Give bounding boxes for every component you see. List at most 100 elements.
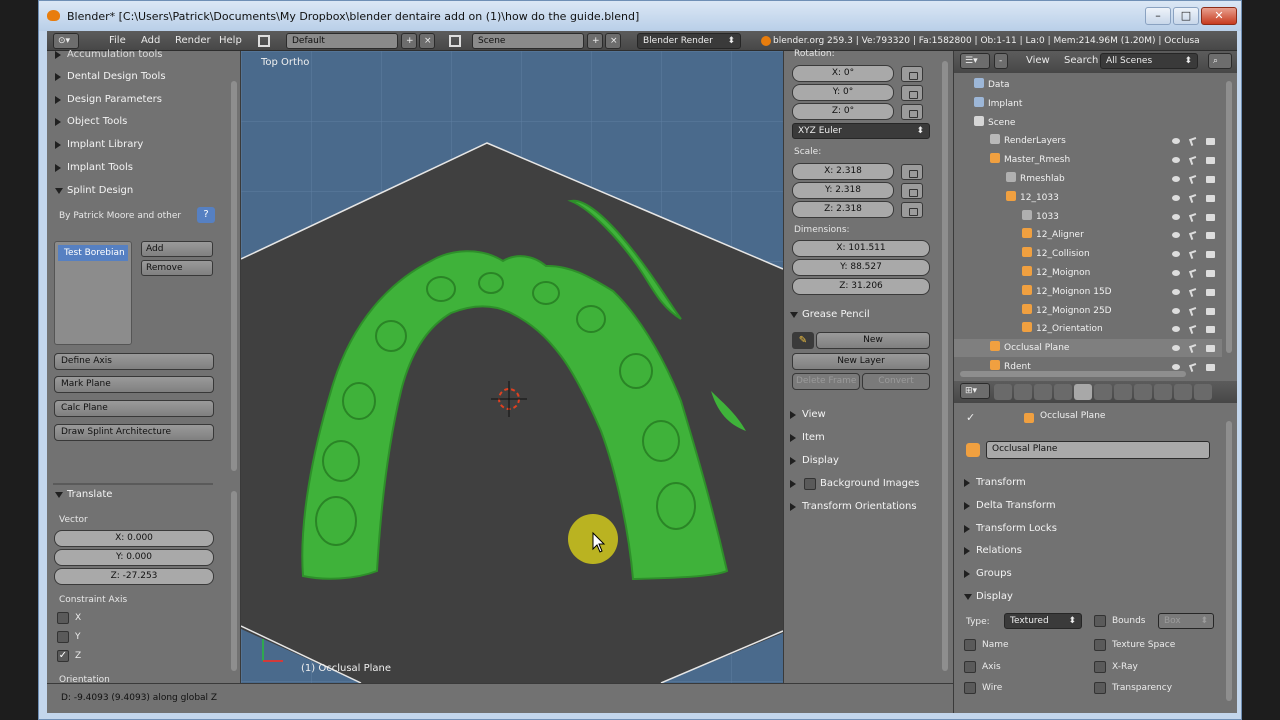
- outliner-scrollbar[interactable]: [1226, 81, 1232, 353]
- scale-z-field[interactable]: Z: 2.318: [792, 201, 894, 218]
- selectable-cursor-icon[interactable]: [1189, 269, 1198, 278]
- outliner-filter-dropdown[interactable]: All Scenes ⬍: [1100, 53, 1198, 69]
- selectable-cursor-icon[interactable]: [1189, 250, 1198, 260]
- outliner-editor-type-button[interactable]: ☰▾: [960, 53, 990, 69]
- outliner-item[interactable]: 12_Moignon 15D: [954, 283, 1222, 301]
- draw-splint-architecture-button[interactable]: Draw Splint Architecture: [54, 424, 214, 441]
- outliner-item[interactable]: 12_Moignon: [954, 264, 1222, 282]
- visibility-eye-icon[interactable]: [1172, 232, 1180, 239]
- wire-checkbox[interactable]: [964, 682, 976, 694]
- outliner-item[interactable]: Scene: [954, 114, 1222, 132]
- render-camera-icon[interactable]: [1206, 251, 1215, 259]
- outliner-item[interactable]: 12_Collision: [954, 245, 1222, 263]
- rotation-y-lock-button[interactable]: [901, 85, 923, 101]
- render-camera-icon[interactable]: [1206, 157, 1215, 165]
- panel-object-tools[interactable]: Object Tools: [53, 112, 127, 132]
- maximize-button[interactable]: □: [1173, 7, 1199, 25]
- visibility-eye-icon[interactable]: [1172, 326, 1180, 333]
- selectable-cursor-icon[interactable]: [1189, 193, 1198, 203]
- remove-scene-button[interactable]: ×: [605, 33, 621, 49]
- visibility-eye-icon[interactable]: [1172, 157, 1180, 164]
- texture-space-checkbox[interactable]: [1094, 639, 1106, 651]
- render-camera-icon[interactable]: [1206, 213, 1215, 221]
- panel-implant-library[interactable]: Implant Library: [53, 135, 143, 155]
- panel-dental-design-tools[interactable]: Dental Design Tools: [53, 67, 166, 87]
- properties-scrollbar[interactable]: [1226, 421, 1232, 701]
- selectable-cursor-icon[interactable]: [1189, 344, 1198, 354]
- visibility-eye-icon[interactable]: [1172, 251, 1180, 258]
- remove-layout-button[interactable]: ×: [419, 33, 435, 49]
- operator-scrollbar[interactable]: [231, 491, 237, 671]
- outliner-item[interactable]: 12_Moignon 25D: [954, 302, 1222, 320]
- visibility-eye-icon[interactable]: [1172, 288, 1180, 295]
- object-tab-icon[interactable]: [1074, 384, 1092, 400]
- properties-editor-type-button[interactable]: ⊞▾: [960, 383, 990, 399]
- world-tab-icon[interactable]: [1054, 384, 1072, 400]
- add-button[interactable]: Add: [141, 241, 213, 257]
- bounds-type-dropdown[interactable]: Box ⬍: [1158, 613, 1214, 629]
- panel-implant-tools[interactable]: Implant Tools: [53, 158, 133, 178]
- render-camera-icon[interactable]: [1206, 307, 1215, 315]
- panel-design-parameters[interactable]: Design Parameters: [53, 90, 162, 110]
- list-item[interactable]: Test Borebian: [58, 245, 128, 261]
- transparency-checkbox[interactable]: [1094, 682, 1106, 694]
- rotation-x-field[interactable]: X: 0°: [792, 65, 894, 82]
- 3d-viewport[interactable]: Top Ortho (1) Occlusal Plane: [241, 51, 783, 683]
- grease-pencil-panel[interactable]: Grease Pencil: [788, 305, 870, 325]
- visibility-eye-icon[interactable]: [1172, 176, 1180, 182]
- render-camera-icon[interactable]: [1206, 138, 1215, 146]
- selectable-cursor-icon[interactable]: [1189, 306, 1198, 316]
- menu-render[interactable]: Render: [175, 34, 211, 48]
- groups-panel[interactable]: Groups: [962, 564, 1012, 584]
- outliner-item[interactable]: Rmeshlab: [954, 170, 1222, 188]
- transform-panel[interactable]: Transform: [962, 473, 1026, 493]
- transform-locks-panel[interactable]: Transform Locks: [962, 519, 1057, 539]
- dimension-z-field[interactable]: Z: 31.206: [792, 278, 930, 295]
- outliner-item[interactable]: 12_Aligner: [954, 226, 1222, 244]
- name-checkbox[interactable]: [964, 639, 976, 651]
- minimize-button[interactable]: –: [1145, 7, 1171, 25]
- constraint-z-checkbox[interactable]: ✓: [57, 650, 69, 662]
- outliner-item[interactable]: 12_1033: [954, 189, 1222, 207]
- transform-orientations-panel[interactable]: Transform Orientations: [788, 497, 917, 517]
- data-tab-icon[interactable]: [1134, 384, 1152, 400]
- pin-icon[interactable]: ✓: [966, 411, 975, 424]
- scale-y-lock-button[interactable]: [901, 183, 923, 199]
- selectable-cursor-icon[interactable]: [1189, 175, 1198, 184]
- render-camera-icon[interactable]: [1206, 194, 1215, 202]
- selectable-cursor-icon[interactable]: [1189, 137, 1198, 147]
- selectable-cursor-icon[interactable]: [1189, 231, 1198, 241]
- render-camera-icon[interactable]: [1206, 270, 1215, 277]
- dimension-x-field[interactable]: X: 101.511: [792, 240, 930, 257]
- visibility-eye-icon[interactable]: [1172, 270, 1180, 276]
- splint-list[interactable]: Test Borebian: [54, 241, 132, 345]
- outliner-view-menu[interactable]: View: [1026, 54, 1050, 68]
- scale-z-lock-button[interactable]: [901, 202, 923, 218]
- outliner-search-menu[interactable]: Search: [1064, 54, 1098, 68]
- pencil-icon[interactable]: ✎: [792, 332, 814, 349]
- outliner-item[interactable]: Data: [954, 76, 1222, 94]
- panel-cut-top[interactable]: Accumulation tools: [53, 45, 162, 65]
- constraints-tab-icon[interactable]: [1094, 384, 1112, 400]
- outliner-item[interactable]: 1033: [954, 208, 1222, 226]
- visibility-eye-icon[interactable]: [1172, 194, 1180, 201]
- convert-button[interactable]: Convert: [862, 373, 930, 390]
- menu-help[interactable]: Help: [219, 34, 242, 48]
- render-camera-icon[interactable]: [1206, 288, 1215, 296]
- view-panel[interactable]: View: [788, 405, 826, 425]
- modifiers-tab-icon[interactable]: [1114, 384, 1132, 400]
- object-name-field[interactable]: Occlusal Plane: [986, 441, 1210, 459]
- outliner-collapse-button[interactable]: -: [994, 53, 1008, 69]
- item-panel[interactable]: Item: [788, 428, 825, 448]
- calc-plane-button[interactable]: Calc Plane: [54, 400, 214, 417]
- selectable-cursor-icon[interactable]: [1189, 212, 1198, 222]
- outliner-hscrollbar[interactable]: [960, 371, 1186, 377]
- translate-z-field[interactable]: Z: -27.253: [54, 568, 214, 585]
- display-type-dropdown[interactable]: Textured ⬍: [1004, 613, 1082, 629]
- grease-new-button[interactable]: New: [816, 332, 930, 349]
- screen-layout-field[interactable]: Default: [286, 33, 398, 49]
- outliner-item[interactable]: RenderLayers: [954, 132, 1222, 150]
- render-layers-tab-icon[interactable]: [1014, 384, 1032, 400]
- rotation-mode-dropdown[interactable]: XYZ Euler ⬍: [792, 123, 930, 139]
- relations-panel[interactable]: Relations: [962, 541, 1022, 561]
